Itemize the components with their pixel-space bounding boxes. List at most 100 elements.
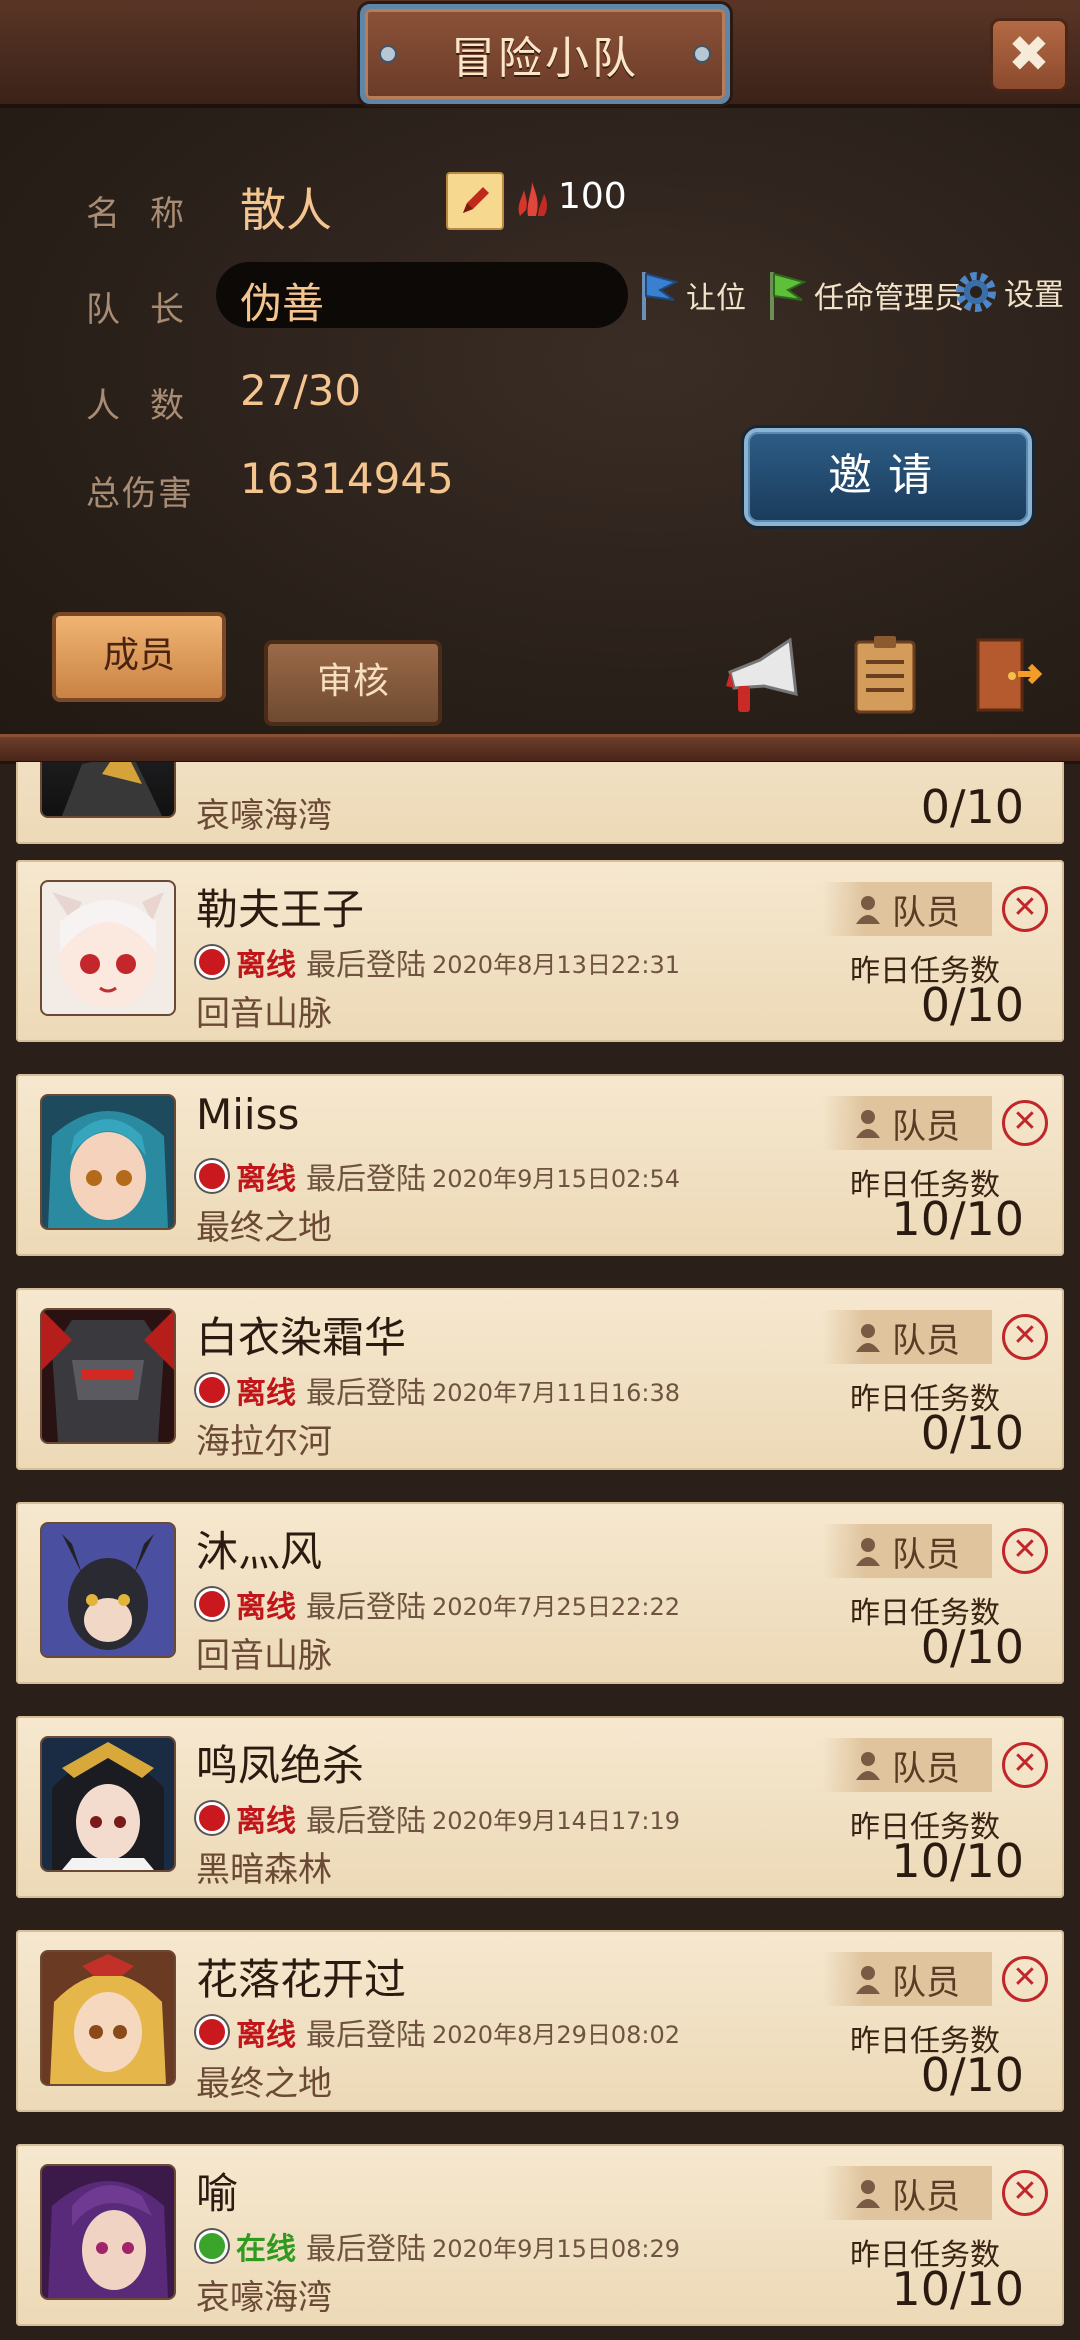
remove-member-button[interactable]: ✕ [1002,886,1048,932]
task-count: 0/10 [920,1406,1024,1460]
top-bar: 冒险小队 ✖ [0,0,1080,108]
remove-member-button[interactable]: ✕ [1002,1742,1048,1788]
close-icon: ✖ [1008,25,1050,83]
person-icon [856,1324,880,1352]
status-row: 离线 最后登陆 2020年7月25日22:22 [196,1582,680,1626]
last-login-label: 最后登陆 [306,948,426,983]
task-count: 10/10 [891,1834,1024,1888]
last-login-time: 2020年9月15日02:54 [432,1164,681,1193]
member-name: 沐灬风 [196,1527,323,1576]
member-card[interactable]: 花落花开过 离线 最后登陆 2020年8月29日08:02 最终之地 队员 ✕ … [16,1930,1064,2112]
member-name: 喻 [196,2169,239,2218]
member-name: 白衣染霜华 [196,1313,407,1362]
status-text: 离线 [236,1590,296,1625]
task-count: 0/10 [920,780,1024,834]
leader-box: 伪善 [216,262,628,328]
member-count: 27/30 [240,366,362,415]
role-badge: 队员 [822,2166,992,2220]
member-card[interactable]: 沐灬风 离线 最后登陆 2020年7月25日22:22 回音山脉 队员 ✕ 昨日… [16,1502,1064,1684]
fire-icon [518,182,547,216]
appoint-admin-button[interactable]: 任命管理员 [764,268,964,322]
member-location: 最终之地 [196,2064,332,2104]
invite-button[interactable]: 邀请 [744,428,1032,526]
tab-review[interactable]: 审核 [264,640,442,726]
member-location: 海拉尔河 [196,1422,332,1462]
notice-board-icon[interactable] [852,634,918,714]
online-dot-icon [196,2230,228,2262]
exit-door-icon[interactable] [972,634,1044,714]
member-card[interactable]: 哀嚎海湾 0/10 [16,762,1064,844]
member-card[interactable]: 喻 在线 最后登陆 2020年9月15日08:29 哀嚎海湾 队员 ✕ 昨日任务… [16,2144,1064,2326]
pencil-icon [463,187,489,213]
role-badge: 队员 [822,1096,992,1150]
leader-label: 队长 [86,290,214,330]
transfer-button[interactable]: 让位 [636,268,746,322]
person-icon [856,2180,880,2208]
status-row: 离线 最后登陆 2020年9月15日02:54 [196,1154,680,1198]
status-text: 离线 [236,1162,296,1197]
avatar [40,1950,176,2086]
offline-dot-icon [196,1802,228,1834]
remove-member-button[interactable]: ✕ [1002,2170,1048,2216]
last-login-label: 最后登陆 [306,2232,426,2267]
status-row: 离线 最后登陆 2020年9月14日17:19 [196,1796,680,1840]
person-icon [856,1538,880,1566]
appoint-admin-label: 任命管理员 [814,281,964,316]
role-badge: 队员 [822,1952,992,2006]
name-label: 名称 [86,194,214,234]
total-damage: 16314945 [240,454,454,503]
role-label: 队员 [892,1106,960,1147]
megaphone-icon[interactable] [720,634,806,718]
title-plate: 冒险小队 [360,4,730,104]
status-row: 离线 最后登陆 2020年8月13日22:31 [196,940,680,984]
remove-member-button[interactable]: ✕ [1002,1100,1048,1146]
last-login-label: 最后登陆 [306,2018,426,2053]
offline-dot-icon [196,1588,228,1620]
last-login-label: 最后登陆 [306,1804,426,1839]
last-login-label: 最后登陆 [306,1162,426,1197]
status-text: 在线 [236,2232,296,2267]
page-title: 冒险小队 [451,33,639,84]
member-location: 黑暗森林 [196,1850,332,1890]
task-count: 0/10 [920,1620,1024,1674]
member-card[interactable]: 鸣凤绝杀 离线 最后登陆 2020年9月14日17:19 黑暗森林 队员 ✕ 昨… [16,1716,1064,1898]
remove-member-button[interactable]: ✕ [1002,1956,1048,2002]
avatar [40,1094,176,1230]
role-label: 队员 [892,1320,960,1361]
avatar [40,1308,176,1444]
remove-member-button[interactable]: ✕ [1002,1528,1048,1574]
status-row: 在线 最后登陆 2020年9月15日08:29 [196,2224,680,2268]
status-text: 离线 [236,1804,296,1839]
member-name: 勒夫王子 [196,885,365,934]
settings-button[interactable]: 设置 [952,268,1064,316]
role-label: 队员 [892,1534,960,1575]
last-login-time: 2020年7月25日22:22 [432,1592,681,1621]
member-location: 回音山脉 [196,1636,332,1676]
remove-member-button[interactable]: ✕ [1002,1314,1048,1360]
task-count: 10/10 [891,2262,1024,2316]
close-button[interactable]: ✖ [990,18,1068,92]
role-badge: 队员 [822,882,992,936]
settings-label: 设置 [1004,278,1064,313]
member-name: 鸣凤绝杀 [196,1741,365,1790]
offline-dot-icon [196,1374,228,1406]
offline-dot-icon [196,1160,228,1192]
tab-members[interactable]: 成员 [52,612,226,702]
blue-flag-icon [642,272,679,320]
member-list[interactable]: 哀嚎海湾 0/10 勒夫王子 离线 最后登陆 2020年8月13日22:31 回… [0,762,1080,2340]
transfer-label: 让位 [686,281,746,316]
member-card[interactable]: Miiss 离线 最后登陆 2020年9月15日02:54 最终之地 队员 ✕ … [16,1074,1064,1256]
edit-name-button[interactable] [446,172,504,230]
member-card[interactable]: 白衣染霜华 离线 最后登陆 2020年7月11日16:38 海拉尔河 队员 ✕ … [16,1288,1064,1470]
member-location: 回音山脉 [196,994,332,1034]
avatar [40,1522,176,1658]
person-icon [856,896,880,924]
gear-icon [956,272,996,312]
member-location: 最终之地 [196,1208,332,1248]
offline-dot-icon [196,946,228,978]
member-location: 哀嚎海湾 [196,2278,332,2318]
last-login-label: 最后登陆 [306,1590,426,1625]
avatar [40,880,176,1016]
member-card[interactable]: 勒夫王子 离线 最后登陆 2020年8月13日22:31 回音山脉 队员 ✕ 昨… [16,860,1064,1042]
offline-dot-icon [196,2016,228,2048]
